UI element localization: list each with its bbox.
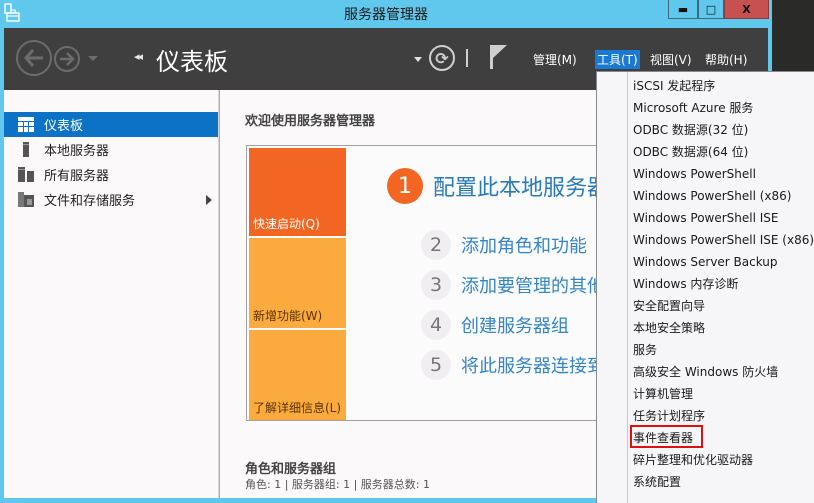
menu-item-powershell-x86[interactable]: Windows PowerShell (x86) xyxy=(633,186,791,206)
title-bar: 服务器管理器 ▬ □ X xyxy=(0,0,772,27)
history-dropdown-icon[interactable] xyxy=(88,56,98,61)
notifications-flag-icon[interactable] xyxy=(488,44,508,70)
maximize-icon: □ xyxy=(705,2,717,16)
menu-item-computer-management[interactable]: 计算机管理 xyxy=(633,384,693,404)
file-storage-icon xyxy=(18,192,34,207)
sidebar: 仪表板 本地服务器 所有服务器 文件和存储服务 xyxy=(4,90,219,498)
step-connect-cloud[interactable]: 5 将此服务器连接到云服务 xyxy=(421,350,605,380)
breadcrumb-arrows-icon: ◂◂ xyxy=(134,50,143,63)
step-number: 1 xyxy=(387,168,423,204)
step-link[interactable]: 添加角色和功能 xyxy=(461,232,587,258)
close-icon: X xyxy=(742,2,751,16)
event-viewer-highlight-box xyxy=(630,425,703,448)
expand-arrow-icon[interactable] xyxy=(206,195,212,205)
sidebar-item-file-storage[interactable]: 文件和存储服务 xyxy=(4,187,218,212)
tile-quick-start[interactable]: 快速启动(Q) xyxy=(249,148,346,236)
menu-tools[interactable]: 工具(T) xyxy=(595,50,640,69)
all-servers-icon xyxy=(18,167,34,182)
arrow-left-icon xyxy=(24,49,43,67)
step-add-roles[interactable]: 2 添加角色和功能 xyxy=(421,230,587,260)
roles-section-title: 角色和服务器组 xyxy=(245,462,337,477)
menu-item-powershell[interactable]: Windows PowerShell xyxy=(633,164,756,184)
menu-item-odbc-32[interactable]: ODBC 数据源(32 位) xyxy=(633,120,748,140)
step-link[interactable]: 创建服务器组 xyxy=(461,312,569,338)
menu-item-iscsi-initiator[interactable]: iSCSI 发起程序 xyxy=(633,76,715,96)
sidebar-item-dashboard[interactable]: 仪表板 xyxy=(4,112,218,137)
menu-item-memory-diagnostic[interactable]: Windows 内存诊断 xyxy=(633,274,738,294)
step-number: 3 xyxy=(421,270,451,300)
menu-item-azure-services[interactable]: Microsoft Azure 服务 xyxy=(633,98,753,118)
window-title: 服务器管理器 xyxy=(344,7,428,23)
step-configure-local-server[interactable]: 1 配置此本地服务器 xyxy=(387,168,605,204)
desktop-background xyxy=(772,0,814,70)
step-add-servers[interactable]: 3 添加要管理的其他服务器 xyxy=(421,270,605,300)
refresh-button[interactable]: ⟳ xyxy=(429,45,455,71)
step-number: 5 xyxy=(421,350,451,380)
minimize-button[interactable]: ▬ xyxy=(668,0,698,19)
menu-item-powershell-ise[interactable]: Windows PowerShell ISE xyxy=(633,208,779,228)
step-create-server-group[interactable]: 4 创建服务器组 xyxy=(421,310,569,340)
menu-gutter xyxy=(627,72,628,503)
close-button[interactable]: X xyxy=(724,0,769,19)
breadcrumb-dropdown-icon[interactable] xyxy=(414,57,422,62)
step-link[interactable]: 将此服务器连接到云服务 xyxy=(461,352,605,378)
local-server-icon xyxy=(23,142,29,157)
forward-button[interactable] xyxy=(54,46,80,72)
tile-learn-more[interactable]: 了解详细信息(L) xyxy=(249,330,346,420)
menu-item-defragment[interactable]: 碎片整理和优化驱动器 xyxy=(633,450,753,470)
tools-dropdown-menu: iSCSI 发起程序 Microsoft Azure 服务 ODBC 数据源(3… xyxy=(596,71,814,503)
step-link[interactable]: 添加要管理的其他服务器 xyxy=(461,272,605,298)
step-number: 2 xyxy=(421,230,451,260)
sidebar-item-label: 文件和存储服务 xyxy=(44,194,136,209)
back-button[interactable] xyxy=(16,40,52,76)
sidebar-item-label: 本地服务器 xyxy=(44,144,110,159)
arrow-right-icon xyxy=(60,52,75,66)
welcome-title: 欢迎使用服务器管理器 xyxy=(245,114,376,129)
menu-item-odbc-64[interactable]: ODBC 数据源(64 位) xyxy=(633,142,748,162)
menu-item-system-configuration[interactable]: 系统配置 xyxy=(633,472,681,492)
sidebar-item-label: 所有服务器 xyxy=(44,169,110,184)
menu-item-advanced-firewall[interactable]: 高级安全 Windows 防火墙 xyxy=(633,362,778,382)
sidebar-item-local-server[interactable]: 本地服务器 xyxy=(4,137,218,162)
sidebar-item-label: 仪表板 xyxy=(44,119,84,134)
menu-view[interactable]: 视图(V) xyxy=(648,50,694,69)
roles-summary: 角色: 1 | 服务器组: 1 | 服务器总数: 1 xyxy=(245,478,431,491)
menu-item-local-security-policy[interactable]: 本地安全策略 xyxy=(633,318,705,338)
maximize-button[interactable]: □ xyxy=(698,0,724,19)
welcome-panel: 快速启动(Q) 新增功能(W) 了解详细信息(L) 1 配置此本地服务器 2 添… xyxy=(246,145,606,421)
step-link[interactable]: 配置此本地服务器 xyxy=(433,170,605,202)
step-number: 4 xyxy=(421,310,451,340)
tile-label: 新增功能(W) xyxy=(253,309,323,323)
menu-manage[interactable]: 管理(M) xyxy=(531,50,579,69)
sidebar-item-all-servers[interactable]: 所有服务器 xyxy=(4,162,218,187)
page-title: 仪表板 xyxy=(156,48,228,76)
tile-whats-new[interactable]: 新增功能(W) xyxy=(249,238,346,328)
menu-item-task-scheduler[interactable]: 任务计划程序 xyxy=(633,406,705,426)
menu-item-powershell-ise-x86[interactable]: Windows PowerShell ISE (x86) xyxy=(633,230,814,250)
tile-label: 快速启动(Q) xyxy=(253,217,320,231)
minimize-icon: ▬ xyxy=(677,2,689,16)
refresh-icon: ⟳ xyxy=(435,48,449,68)
menu-item-server-backup[interactable]: Windows Server Backup xyxy=(633,252,778,272)
menu-item-services[interactable]: 服务 xyxy=(633,340,657,360)
menu-item-security-wizard[interactable]: 安全配置向导 xyxy=(633,296,705,316)
tile-label: 了解详细信息(L) xyxy=(253,401,342,415)
dashboard-icon xyxy=(18,117,34,132)
toolbar-divider xyxy=(466,49,468,67)
menu-help[interactable]: 帮助(H) xyxy=(703,50,749,69)
